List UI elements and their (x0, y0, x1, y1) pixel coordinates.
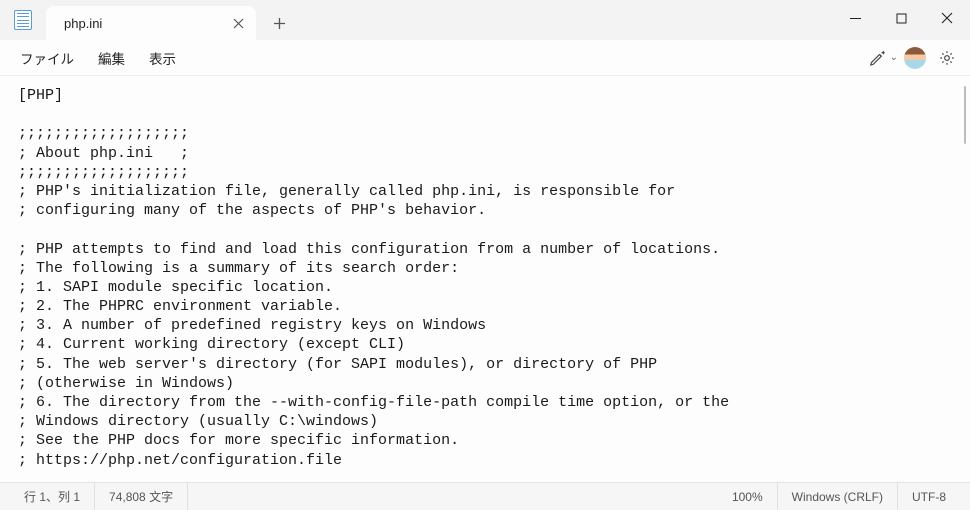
new-tab-button[interactable] (262, 6, 296, 40)
status-zoom[interactable]: 100% (718, 483, 778, 510)
titlebar: php.ini (0, 0, 970, 40)
status-encoding[interactable]: UTF-8 (898, 483, 960, 510)
scrollbar-thumb[interactable] (964, 86, 966, 144)
editor-content[interactable]: [PHP] ;;;;;;;;;;;;;;;;;;; ; About php.in… (18, 86, 962, 482)
chevron-down-icon: ⌄ (890, 52, 898, 63)
menu-file[interactable]: ファイル (8, 42, 86, 74)
status-line-ending[interactable]: Windows (CRLF) (778, 483, 898, 510)
text-editor[interactable]: [PHP] ;;;;;;;;;;;;;;;;;;; ; About php.in… (0, 76, 970, 482)
tab-php-ini[interactable]: php.ini (46, 6, 256, 40)
close-icon[interactable] (230, 15, 246, 31)
status-cursor-position[interactable]: 行 1、列 1 (10, 483, 95, 510)
menubar: ファイル 編集 表示 ⌄ (0, 40, 970, 76)
tabstrip: php.ini (46, 0, 296, 40)
statusbar: 行 1、列 1 74,808 文字 100% Windows (CRLF) UT… (0, 482, 970, 510)
notepad-app-icon (14, 10, 32, 30)
account-avatar[interactable] (904, 47, 926, 69)
window-controls (832, 0, 970, 36)
minimize-button[interactable] (832, 0, 878, 36)
close-window-button[interactable] (924, 0, 970, 36)
menu-view[interactable]: 表示 (137, 42, 188, 74)
maximize-button[interactable] (878, 0, 924, 36)
tab-title: php.ini (64, 16, 230, 31)
menu-edit[interactable]: 編集 (86, 42, 137, 74)
settings-button[interactable] (932, 43, 962, 73)
status-char-count[interactable]: 74,808 文字 (95, 483, 188, 510)
rewrite-ai-button[interactable]: ⌄ (868, 43, 898, 73)
